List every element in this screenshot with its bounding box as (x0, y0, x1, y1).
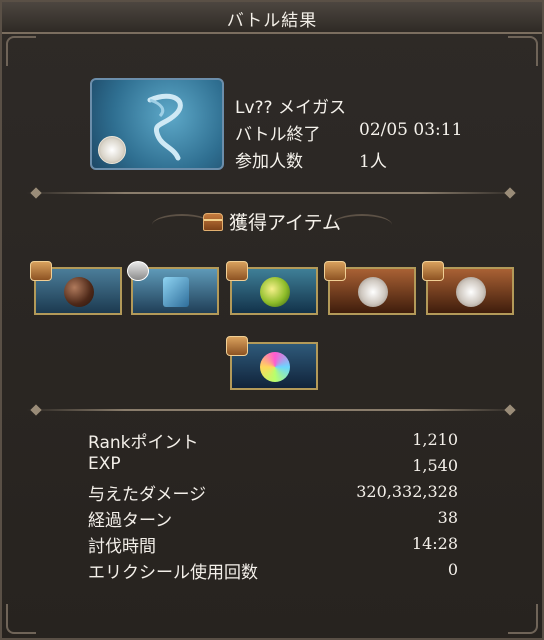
stat-label-exp: EXP (88, 454, 121, 474)
blue-book-icon (163, 277, 189, 307)
stat-value-turns: 38 (437, 508, 458, 527)
participants-label: 参加人数 (235, 152, 303, 172)
rewards-heading: 獲得アイテム (2, 208, 542, 235)
treasure-chest-icon (30, 261, 52, 281)
silver-coin-icon (358, 277, 388, 307)
reward-item-6[interactable] (226, 336, 318, 390)
quest-thumbnail[interactable] (90, 78, 224, 170)
reward-item-4[interactable] (324, 261, 416, 315)
dark-orb-icon (64, 277, 94, 307)
reward-item-1[interactable] (30, 261, 122, 315)
prism-orb-icon (260, 352, 290, 382)
wind-orb-icon (260, 277, 290, 307)
stat-value-elixir: 0 (447, 560, 458, 579)
reward-item-5[interactable] (422, 261, 514, 315)
divider-top (26, 192, 520, 194)
stat-label-damage: 与えたダメージ (88, 485, 207, 505)
quest-name: Lv?? メイガス (235, 98, 346, 118)
page-title: バトル結果 (226, 11, 318, 31)
frame-corner-bottom-right (508, 604, 538, 634)
stat-label-time: 討伐時間 (88, 537, 156, 557)
treasure-chest-icon (202, 212, 223, 231)
reward-item-2[interactable] (127, 261, 219, 315)
divider-bottom (26, 409, 520, 411)
treasure-chest-icon (324, 261, 346, 281)
treasure-chest-icon (422, 261, 444, 281)
reward-item-3[interactable] (226, 261, 318, 315)
stat-value-damage: 320,332,328 (356, 482, 458, 501)
stat-value-exp: 1,540 (412, 456, 458, 475)
stat-label-elixir: エリクシール使用回数 (88, 563, 258, 583)
stat-value-rank-points: 1,210 (412, 430, 458, 449)
stat-label-rank-points: Rankポイント (88, 433, 199, 453)
battle-result-panel: バトル結果 Lv?? メイガス バトル終了 02/05 03:11 参加人数 1… (0, 0, 544, 640)
header-bar: バトル結果 (2, 2, 542, 34)
frame-corner-top-right (508, 36, 538, 66)
silver-coin-icon (456, 277, 486, 307)
treasure-chest-icon (226, 261, 248, 281)
frame-corner-top-left (6, 36, 36, 66)
participants-row: 参加人数 1人 (235, 147, 387, 172)
rewards-title: 獲得アイテム (228, 212, 342, 234)
silver-chest-icon (127, 261, 149, 281)
stat-value-time: 14:28 (411, 534, 458, 553)
battle-end-row: バトル終了 02/05 03:11 (235, 120, 462, 145)
treasure-chest-icon (226, 336, 248, 356)
stat-label-turns: 経過ターン (88, 511, 173, 531)
battle-end-label: バトル終了 (235, 125, 321, 145)
frame-corner-bottom-left (6, 604, 36, 634)
element-light-icon (98, 136, 126, 164)
participants-value: 1人 (359, 152, 387, 172)
battle-end-time: 02/05 03:11 (359, 120, 463, 140)
